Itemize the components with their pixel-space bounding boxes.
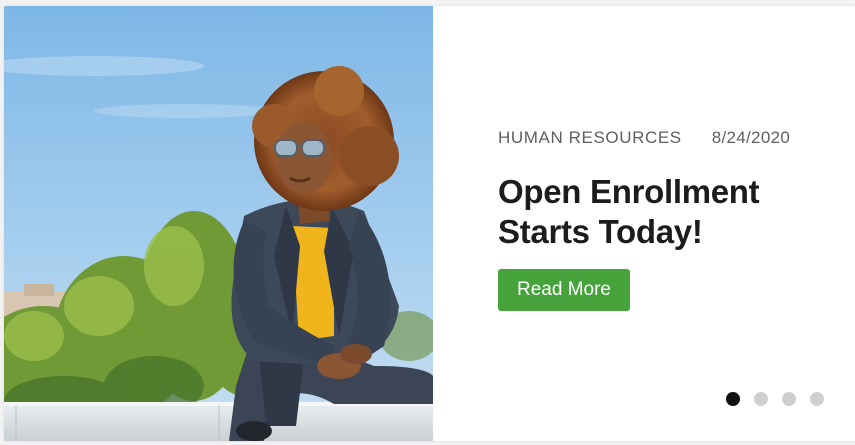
- headline-line-1: Open Enrollment: [498, 173, 760, 210]
- news-carousel-card: HUMAN RESOURCES 8/24/2020 Open Enrollmen…: [4, 6, 855, 441]
- carousel-dot-4[interactable]: [810, 392, 824, 406]
- carousel-dot-1[interactable]: [726, 392, 740, 406]
- article-meta: HUMAN RESOURCES 8/24/2020: [498, 128, 838, 152]
- read-more-button[interactable]: Read More: [498, 269, 630, 311]
- carousel-dot-2[interactable]: [754, 392, 768, 406]
- headline-line-2: Starts Today!: [498, 213, 703, 250]
- article-date: 8/24/2020: [711, 128, 791, 147]
- article-headline: Open Enrollment Starts Today!: [498, 172, 838, 252]
- carousel-pagination: [726, 392, 824, 406]
- hero-photo-illustration: [4, 6, 433, 441]
- article-content: HUMAN RESOURCES 8/24/2020 Open Enrollmen…: [498, 128, 838, 311]
- hero-photo: [4, 6, 433, 441]
- carousel-dot-3[interactable]: [782, 392, 796, 406]
- article-category: HUMAN RESOURCES: [498, 128, 682, 147]
